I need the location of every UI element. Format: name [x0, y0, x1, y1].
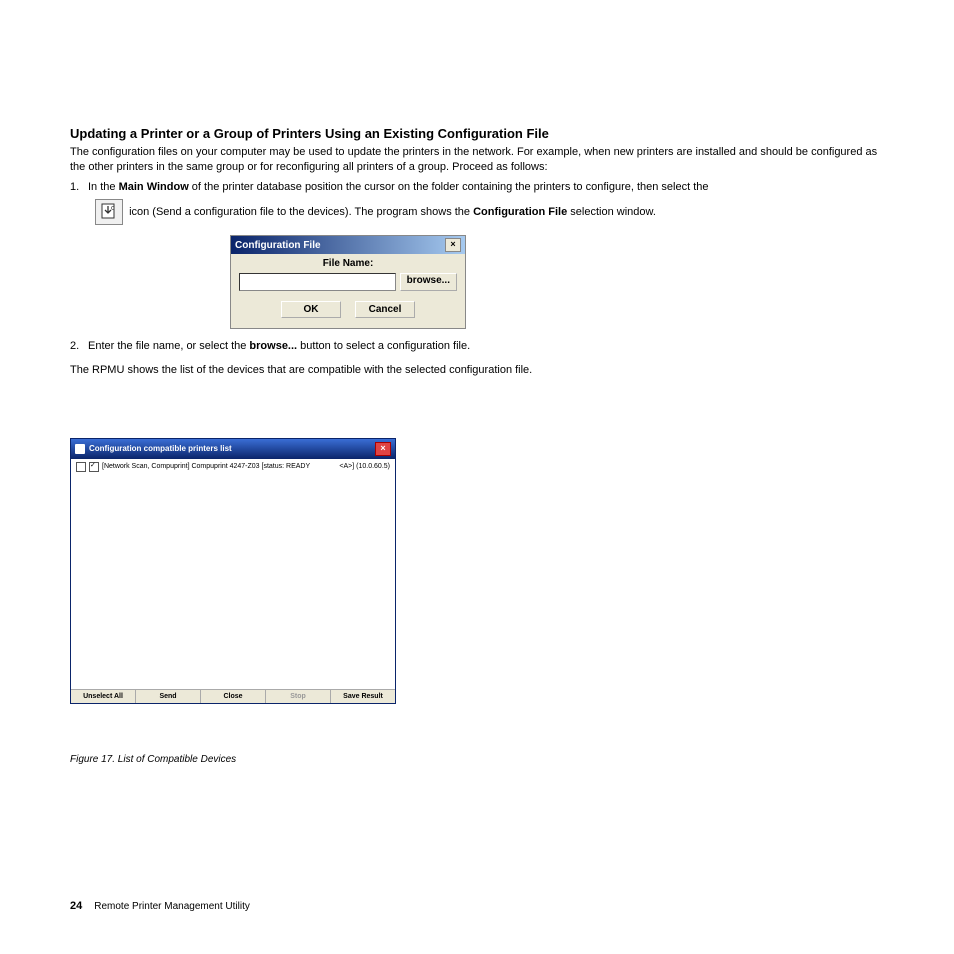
checkbox[interactable] — [76, 462, 86, 472]
svg-text:c: c — [111, 205, 115, 212]
step1-text-a: In the — [88, 181, 119, 193]
figure-caption: Figure 17. List of Compatible Devices — [70, 754, 884, 765]
step2-bold1: browse... — [249, 340, 297, 352]
step1-text-d: selection window. — [567, 206, 656, 218]
file-name-label: File Name: — [239, 258, 457, 269]
checkbox-checked[interactable] — [89, 462, 99, 472]
list-item[interactable]: [Network Scan, Compuprint] Compuprint 42… — [76, 462, 390, 472]
file-name-input[interactable] — [239, 273, 396, 291]
step-2: 2.Enter the file name, or select the bro… — [70, 339, 884, 354]
dialog2-footer: Unselect All Send Close Stop Save Result — [71, 689, 395, 703]
compatible-printers-dialog: Configuration compatible printers list ×… — [70, 438, 396, 704]
step1-bold1: Main Window — [119, 181, 189, 193]
close-button[interactable]: Close — [201, 690, 266, 703]
para-after-step2: The RPMU shows the list of the devices t… — [70, 363, 884, 378]
intro-paragraph: The configuration files on your computer… — [70, 145, 884, 176]
send-button[interactable]: Send — [136, 690, 201, 703]
step2-text-a: Enter the file name, or select the — [88, 340, 249, 352]
step1-text-b: of the printer database position the cur… — [189, 181, 709, 193]
step2-text-b: button to select a configuration file. — [297, 340, 470, 352]
cancel-button[interactable]: Cancel — [355, 301, 415, 318]
close-icon[interactable]: × — [375, 442, 391, 456]
section-heading: Updating a Printer or a Group of Printer… — [70, 126, 884, 141]
send-config-icon: c — [95, 199, 123, 225]
dialog2-title: Configuration compatible printers list — [89, 444, 232, 453]
step-number: 1. — [70, 180, 88, 195]
printer-list: [Network Scan, Compuprint] Compuprint 42… — [71, 459, 395, 689]
save-result-button[interactable]: Save Result — [331, 690, 395, 703]
ok-button[interactable]: OK — [281, 301, 341, 318]
printer-row-text: [Network Scan, Compuprint] Compuprint 42… — [102, 463, 336, 470]
printer-row-right: <A>] (10.0.60.5) — [339, 463, 390, 470]
browse-button[interactable]: browse... — [400, 273, 457, 291]
step-number: 2. — [70, 339, 88, 354]
step-1: 1.In the Main Window of the printer data… — [70, 180, 884, 195]
step1-bold2: Configuration File — [473, 206, 567, 218]
footer-title: Remote Printer Management Utility — [94, 901, 250, 912]
page-number: 24 — [70, 900, 82, 912]
dialog2-titlebar: Configuration compatible printers list × — [71, 439, 395, 459]
close-icon[interactable]: × — [445, 238, 461, 252]
dialog1-title: Configuration File — [235, 240, 321, 251]
page-footer: 24 Remote Printer Management Utility — [70, 900, 250, 912]
stop-button: Stop — [266, 690, 331, 703]
app-icon — [75, 444, 85, 454]
step1-text-c: icon (Send a configuration file to the d… — [129, 206, 473, 218]
dialog1-titlebar: Configuration File × — [231, 236, 465, 254]
step-1-continued: c icon (Send a configuration file to the… — [70, 199, 884, 225]
unselect-all-button[interactable]: Unselect All — [71, 690, 136, 703]
config-file-dialog: Configuration File × File Name: browse..… — [230, 235, 466, 329]
